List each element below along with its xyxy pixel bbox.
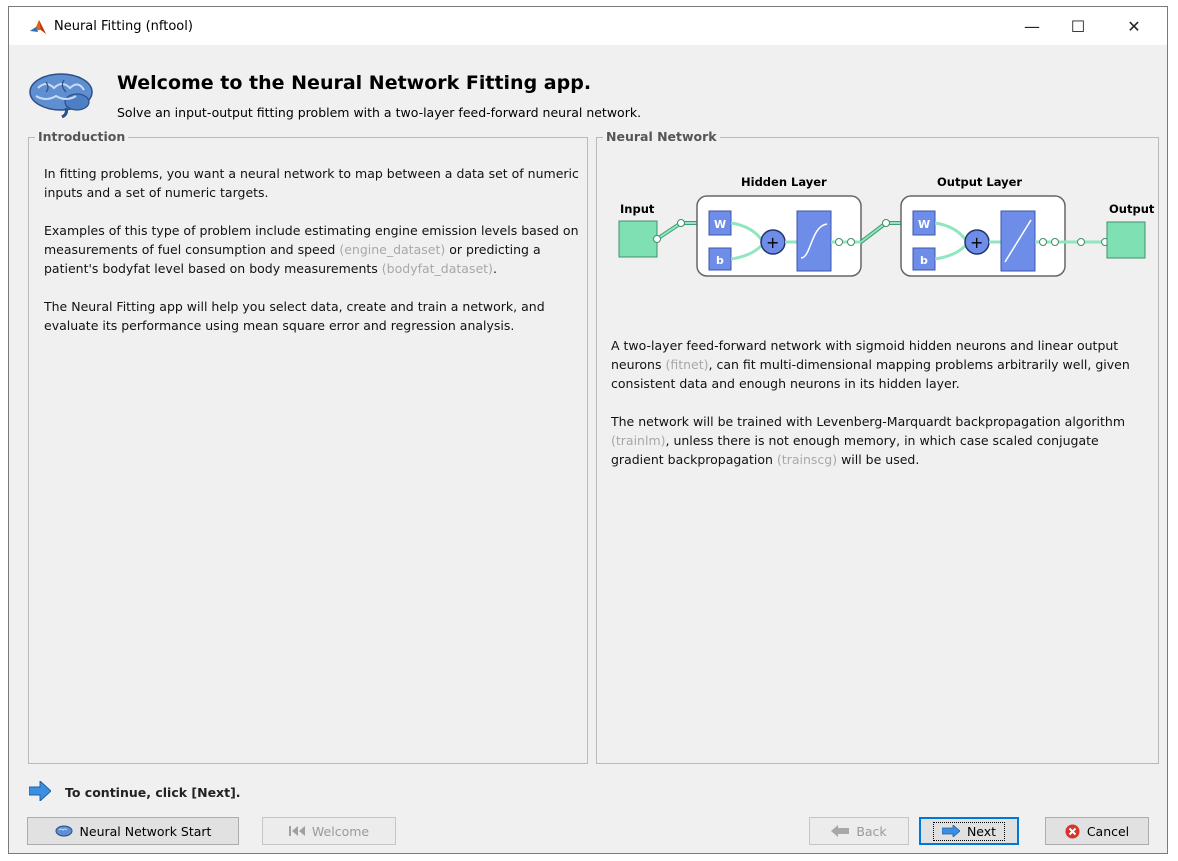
intro-p2-text-c: .: [492, 261, 497, 276]
trainscg-link[interactable]: (trainscg): [777, 452, 837, 467]
maximize-button[interactable]: ☐: [1055, 7, 1101, 45]
output-plus-label: +: [970, 233, 983, 252]
minimize-button[interactable]: —: [1009, 7, 1055, 45]
engine-dataset-link[interactable]: (engine_dataset): [339, 242, 445, 257]
maximize-icon: ☐: [1070, 16, 1086, 36]
matlab-icon: [30, 20, 46, 34]
network-p2-text-a: The network will be trained with Levenbe…: [611, 414, 1125, 429]
neural-network-start-label: Neural Network Start: [79, 823, 212, 839]
introduction-panel: Introduction In fitting problems, you wa…: [28, 129, 588, 764]
next-button[interactable]: Next: [919, 817, 1019, 845]
window-title: Neural Fitting (nftool): [54, 19, 193, 34]
page-title: Welcome to the Neural Network Fitting ap…: [117, 72, 592, 94]
cancel-label: Cancel: [1086, 823, 1130, 839]
hidden-plus-label: +: [766, 233, 779, 252]
welcome-label: Welcome: [311, 823, 370, 839]
brain-icon: [29, 73, 93, 118]
welcome-button[interactable]: Welcome: [262, 817, 396, 845]
content-area: Welcome to the Neural Network Fitting ap…: [9, 45, 1167, 853]
network-paragraph-1: A two-layer feed-forward network with si…: [611, 336, 1151, 393]
fitnet-link[interactable]: (fitnet): [665, 357, 708, 372]
skip-back-icon: [288, 826, 305, 836]
output-w-label: W: [918, 218, 930, 231]
back-button[interactable]: Back: [809, 817, 909, 845]
next-button-focus: Next: [932, 821, 1006, 841]
app-window: Neural Fitting (nftool) — ☐ ✕ Welcome to…: [8, 6, 1168, 854]
arrow-left-icon: [831, 825, 850, 837]
diagram-output-label: Output: [1109, 202, 1155, 216]
close-button[interactable]: ✕: [1111, 7, 1157, 45]
input-node: [618, 220, 658, 258]
introduction-title: Introduction: [35, 129, 129, 144]
diagram-hidden-layer-label: Hidden Layer: [741, 175, 827, 189]
cancel-button[interactable]: Cancel: [1045, 817, 1149, 845]
continue-hint: To continue, click [Next].: [65, 785, 241, 800]
output-node: [1106, 221, 1146, 259]
output-b-label: b: [920, 254, 928, 267]
hidden-b-label: b: [716, 254, 724, 267]
introduction-text: In fitting problems, you want a neural n…: [44, 164, 579, 354]
brain-small-icon: [55, 825, 73, 837]
diagram-input-label: Input: [620, 202, 655, 216]
neural-network-start-button[interactable]: Neural Network Start: [27, 817, 239, 845]
arrow-right-small-icon: [941, 825, 960, 837]
sigmoid-block: [796, 210, 832, 272]
intro-paragraph-2: Examples of this type of problem include…: [44, 221, 579, 278]
intro-paragraph-1: In fitting problems, you want a neural n…: [44, 166, 579, 200]
hidden-w-label: W: [714, 218, 726, 231]
close-icon: ✕: [1127, 16, 1141, 36]
neural-network-panel: Neural Network Input Hidden Layer Output…: [596, 129, 1159, 764]
neural-network-title: Neural Network: [603, 129, 720, 144]
back-label: Back: [856, 823, 887, 839]
bodyfat-dataset-link[interactable]: (bodyfat_dataset): [382, 261, 493, 276]
minimize-icon: —: [1024, 16, 1040, 36]
title-bar: Neural Fitting (nftool) — ☐ ✕: [9, 7, 1167, 45]
network-description: A two-layer feed-forward network with si…: [611, 336, 1151, 488]
intro-paragraph-3: The Neural Fitting app will help you sel…: [44, 299, 545, 333]
trainlm-link[interactable]: (trainlm): [611, 433, 666, 448]
page-subtitle: Solve an input-output fitting problem wi…: [117, 105, 642, 120]
cancel-icon: [1065, 824, 1080, 839]
next-label: Next: [966, 823, 997, 839]
arrow-right-icon: [29, 781, 51, 801]
network-paragraph-2: The network will be trained with Levenbe…: [611, 412, 1151, 469]
network-p2-text-c: will be used.: [841, 452, 920, 467]
diagram-output-layer-label: Output Layer: [937, 175, 1022, 189]
network-diagram: Input Hidden Layer Output Layer Output W…: [618, 175, 1155, 277]
